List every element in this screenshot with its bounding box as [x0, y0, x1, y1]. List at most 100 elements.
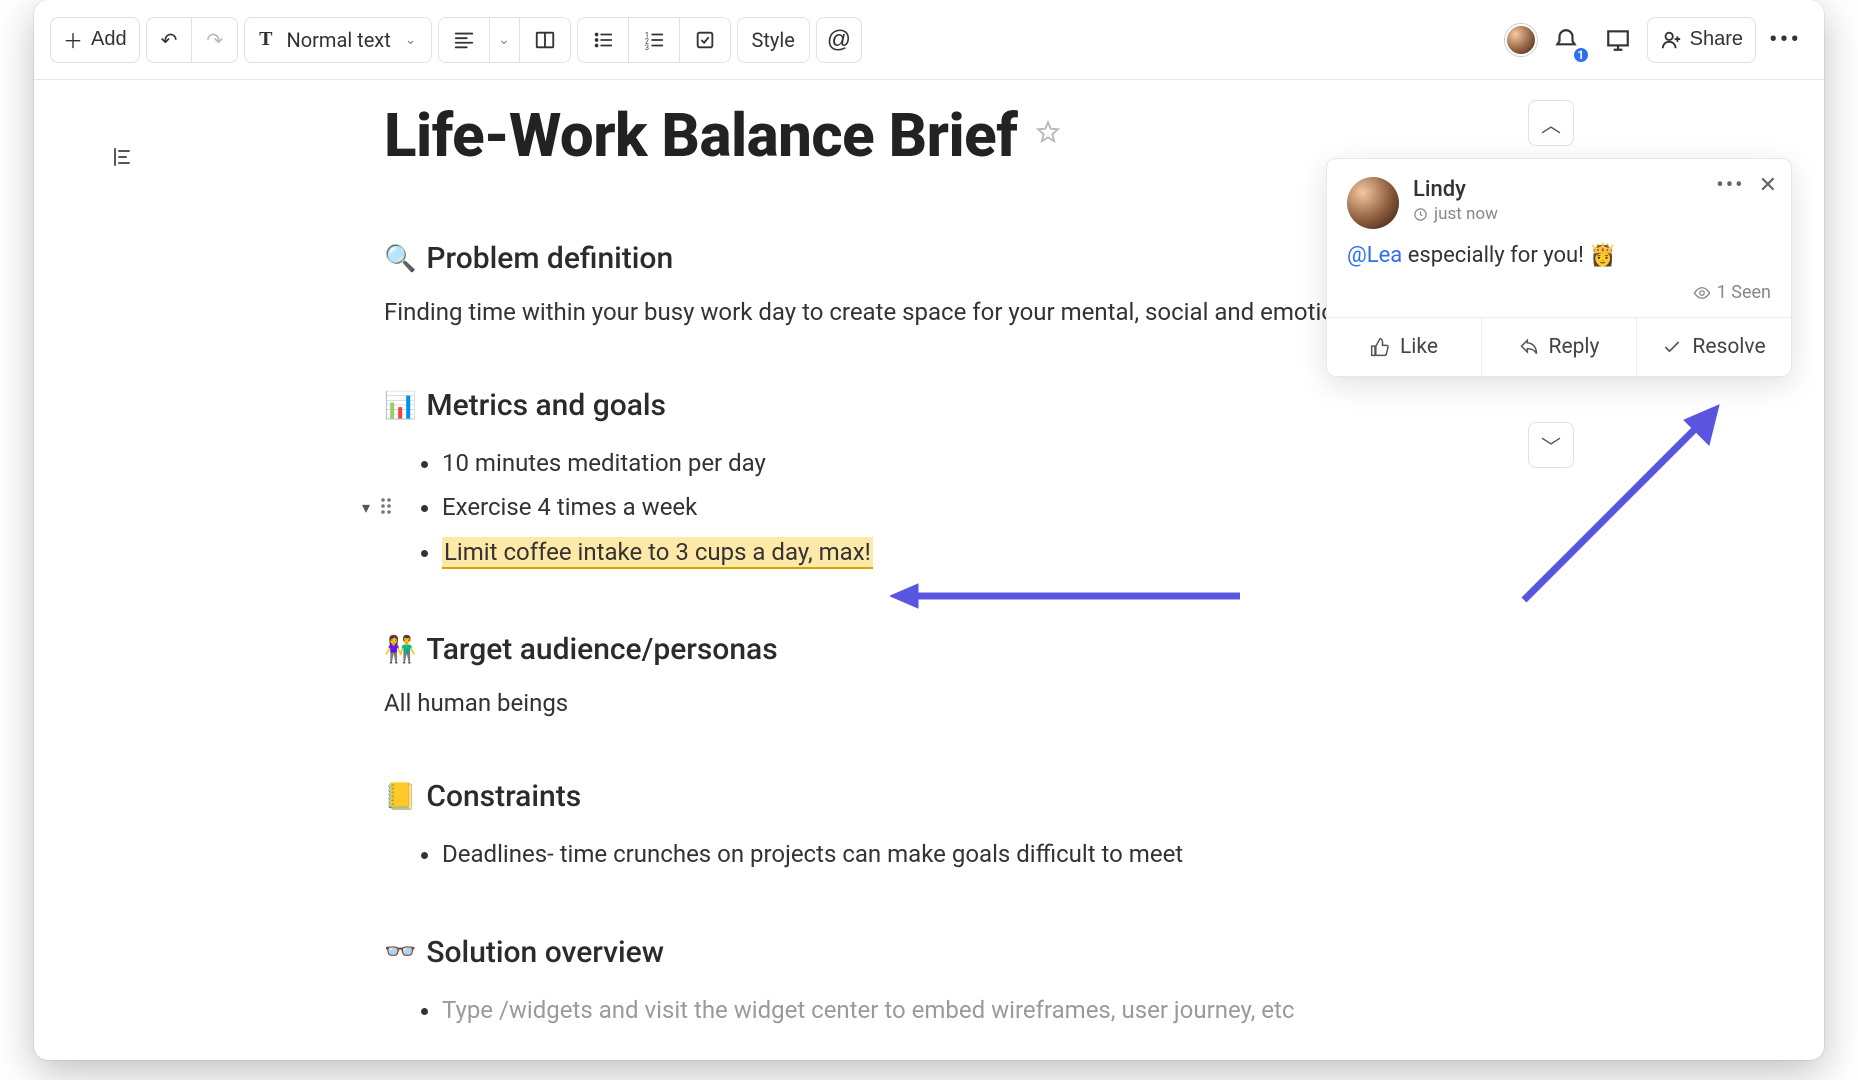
document-title-row: Life-Work Balance Brief	[384, 100, 1061, 171]
section-heading: Problem definition	[426, 241, 673, 276]
chevron-up-icon: ︿	[1541, 109, 1561, 138]
align-button[interactable]	[439, 18, 490, 62]
document-title[interactable]: Life-Work Balance Brief	[384, 100, 1017, 171]
section-metrics[interactable]: 📊 Metrics and goals	[384, 388, 1464, 423]
list-group: 123	[577, 17, 731, 63]
add-label: Add	[91, 28, 127, 51]
plus-icon: ＋	[63, 25, 83, 54]
section-heading: Constraints	[426, 779, 581, 814]
mention[interactable]: @Lea	[1347, 243, 1402, 268]
text-style-button[interactable]: T Normal text ⌄	[245, 18, 430, 62]
like-button[interactable]: Like	[1327, 318, 1482, 376]
bullet-list-icon	[592, 29, 614, 51]
comment-actions-top: ••• ✕	[1716, 173, 1777, 198]
document-body: Life-Work Balance Brief 🔍 Problem defini…	[384, 100, 1464, 1032]
comment-close-button[interactable]: ✕	[1759, 173, 1777, 198]
list-item[interactable]: ▾ Exercise 4 times a week	[442, 485, 1464, 529]
text-style-label: Normal text	[286, 28, 390, 52]
list-item[interactable]: Type /widgets and visit the widget cente…	[442, 988, 1464, 1032]
annotation-arrow-right	[1514, 390, 1734, 610]
notifications-button[interactable]: 1	[1543, 17, 1589, 63]
metrics-list: 10 minutes meditation per day ▾ Exercise…	[384, 441, 1464, 574]
clock-icon	[1413, 207, 1428, 222]
style-group: Style	[737, 17, 810, 63]
add-button[interactable]: ＋ Add	[50, 17, 140, 63]
align-dropdown[interactable]: ⌄	[490, 18, 520, 62]
reply-icon	[1519, 337, 1539, 357]
annotation-arrow-left	[890, 576, 1250, 616]
section-heading: Target audience/personas	[426, 632, 777, 667]
outline-toggle[interactable]	[104, 140, 138, 174]
comment-card: Lindy just now ••• ✕ @Lea especially for…	[1326, 158, 1792, 377]
redo-button[interactable]: ↷	[192, 18, 237, 62]
collapse-caret[interactable]: ▾	[362, 493, 370, 523]
eye-icon	[1693, 284, 1711, 302]
row-controls: ▾	[362, 485, 392, 529]
constraints-list: Deadlines- time crunches on projects can…	[384, 832, 1464, 876]
undo-button[interactable]: ↶	[147, 18, 193, 62]
presentation-icon	[1605, 27, 1631, 53]
solution-list: Type /widgets and visit the widget cente…	[384, 988, 1464, 1032]
grip-icon	[380, 497, 392, 515]
notebook-icon: 📒	[384, 784, 416, 810]
highlighted-text: Limit coffee intake to 3 cups a day, max…	[442, 537, 873, 569]
comment-prev-button[interactable]: ︿	[1528, 100, 1574, 146]
columns-icon	[534, 29, 556, 51]
checklist-button[interactable]	[680, 18, 730, 62]
user-avatar[interactable]	[1505, 24, 1537, 56]
audience-body[interactable]: All human beings	[384, 685, 1464, 721]
list-item[interactable]: 10 minutes meditation per day	[442, 441, 1464, 485]
numbered-list-icon: 123	[643, 29, 665, 51]
redo-icon: ↷	[206, 28, 223, 52]
align-left-icon	[453, 29, 475, 51]
seen-indicator: 1 Seen	[1327, 278, 1791, 317]
chart-icon: 📊	[384, 393, 416, 419]
resolve-button[interactable]: Resolve	[1637, 318, 1791, 376]
comment-more-button[interactable]: •••	[1716, 173, 1744, 198]
list-item[interactable]: Limit coffee intake to 3 cups a day, max…	[442, 530, 1464, 574]
section-audience[interactable]: 👫 Target audience/personas	[384, 632, 1464, 667]
ellipsis-icon: •••	[1769, 25, 1801, 55]
text-style-group: T Normal text ⌄	[244, 17, 431, 63]
checkbox-icon	[694, 29, 716, 51]
section-solution[interactable]: 👓 Solution overview	[384, 935, 1464, 970]
magnifier-icon: 🔍	[384, 246, 416, 272]
section-heading: Metrics and goals	[426, 388, 666, 423]
columns-button[interactable]	[520, 18, 570, 62]
check-icon	[1662, 337, 1682, 357]
section-problem[interactable]: 🔍 Problem definition	[384, 241, 1464, 276]
favorite-button[interactable]	[1035, 119, 1061, 152]
problem-body[interactable]: Finding time within your busy work day t…	[384, 294, 1464, 330]
toolbar: ＋ Add ↶ ↷ T Normal text ⌄ ⌄	[34, 0, 1824, 80]
share-button[interactable]: Share	[1647, 17, 1756, 63]
list-item[interactable]: Deadlines- time crunches on projects can…	[442, 832, 1464, 876]
glasses-icon: 👓	[384, 939, 416, 965]
reply-button[interactable]: Reply	[1482, 318, 1637, 376]
mention-button[interactable]: @	[816, 17, 862, 63]
section-heading: Solution overview	[426, 935, 664, 970]
person-add-icon	[1660, 29, 1682, 51]
outline-icon	[109, 145, 133, 169]
thumbs-up-icon	[1370, 337, 1390, 357]
star-icon	[1035, 119, 1061, 145]
section-constraints[interactable]: 📒 Constraints	[384, 779, 1464, 814]
numbered-list-button[interactable]: 123	[629, 18, 680, 62]
bullet-list-button[interactable]	[578, 18, 629, 62]
at-icon: @	[827, 26, 851, 54]
people-icon: 👫	[384, 637, 416, 663]
comment-emoji: 👸	[1589, 243, 1616, 268]
comment-text: especially for you!	[1402, 243, 1589, 268]
comment-header: Lindy just now ••• ✕	[1327, 159, 1791, 229]
style-button[interactable]: Style	[738, 18, 809, 62]
share-label: Share	[1690, 28, 1743, 51]
comment-time: just now	[1413, 204, 1771, 224]
present-button[interactable]	[1595, 17, 1641, 63]
drag-handle[interactable]	[380, 485, 392, 529]
comment-footer: Like Reply Resolve	[1327, 317, 1791, 376]
notification-badge: 1	[1572, 46, 1590, 64]
chevron-down-icon: ⌄	[498, 32, 510, 48]
commenter-avatar[interactable]	[1347, 177, 1399, 229]
undo-icon: ↶	[161, 28, 178, 52]
more-button[interactable]: •••	[1762, 17, 1808, 63]
app-window: ＋ Add ↶ ↷ T Normal text ⌄ ⌄	[34, 0, 1824, 1060]
